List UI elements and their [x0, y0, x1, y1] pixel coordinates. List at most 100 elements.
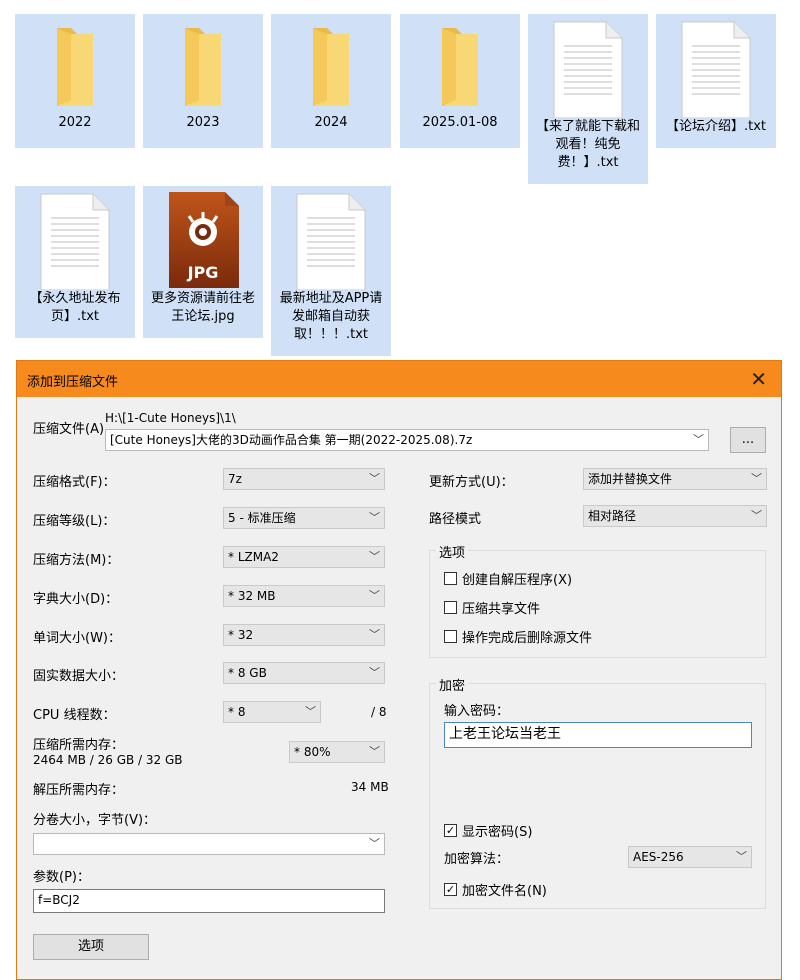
threads-label: CPU 线程数： [33, 708, 116, 723]
solid-value: * 8 GB [228, 666, 267, 680]
text-file-icon [553, 21, 623, 118]
format-label: 压缩格式(F)： [33, 475, 116, 490]
checkmark-icon: ✓ [444, 883, 457, 896]
folder-2024[interactable]: 2024 [271, 14, 391, 148]
folder-icon [57, 28, 93, 106]
shared-files-checkbox[interactable]: 压缩共享文件 [444, 598, 540, 617]
archive-name-value: [Cute Honeys]大佬的3D动画作品合集 第一期(2022-2025.0… [110, 433, 473, 447]
encryption-group-title: 加密 [436, 675, 469, 694]
word-value: * 32 [228, 628, 254, 642]
archive-label: 压缩文件(A) [33, 422, 105, 437]
solid-label: 固实数据大小： [33, 669, 125, 684]
password-input[interactable]: 上老王论坛当老王 [444, 722, 752, 748]
folder-icon [185, 28, 221, 106]
text-file-icon [296, 193, 366, 290]
options-button[interactable]: 选项 [33, 934, 149, 960]
word-label: 单词大小(W)： [33, 631, 121, 646]
chevron-down-icon: ﹀ [369, 589, 380, 602]
encryption-method-label: 加密算法： [444, 852, 510, 867]
dict-select[interactable]: * 32 MB ﹀ [223, 585, 385, 607]
add-to-archive-dialog: 添加到压缩文件 ✕ 压缩文件(A) H:\[1-Cute Honeys]\1\ … [16, 360, 782, 980]
decomp-value: 34 MB [351, 780, 389, 794]
solid-select[interactable]: * 8 GB ﹀ [223, 662, 385, 684]
folder-2023[interactable]: 2023 [143, 14, 263, 148]
chevron-down-icon: ﹀ [369, 837, 380, 850]
mem-detail: 2464 MB / 26 GB / 32 GB [33, 753, 183, 767]
mem-label: 压缩所需内存： [33, 738, 125, 753]
sfx-label: 创建自解压程序(X) [462, 573, 573, 588]
file-more-resources-jpg[interactable]: JPG 更多资源请前往老王论坛.jpg [143, 186, 263, 338]
browse-button[interactable]: ... [730, 427, 766, 453]
threads-max: / 8 [371, 705, 387, 719]
chevron-down-icon: ﹀ [369, 550, 380, 563]
jpg-file-icon: JPG [169, 192, 239, 288]
show-password-label: 显示密码(S) [462, 825, 533, 840]
folder-2022[interactable]: 2022 [15, 14, 135, 148]
encryption-group: 加密 输入密码： 上老王论坛当老王 ✓ 显示密码(S) 加密算法： AES-25… [429, 675, 766, 909]
archive-path: H:\[1-Cute Honeys]\1\ [105, 411, 236, 425]
chevron-down-icon: ﹀ [369, 472, 380, 485]
threads-select[interactable]: * 8 ﹀ [223, 701, 321, 723]
show-password-checkbox[interactable]: ✓ 显示密码(S) [444, 821, 532, 840]
encryption-method-select[interactable]: AES-256 ﹀ [628, 846, 752, 868]
folder-icon [313, 28, 349, 106]
delete-after-label: 操作完成后删除源文件 [462, 631, 593, 646]
dialog-title: 添加到压缩文件 [27, 375, 119, 390]
encrypt-names-label: 加密文件名(N) [462, 884, 547, 899]
file-permanent-address-txt[interactable]: 【永久地址发布页】.txt [15, 186, 135, 338]
chevron-down-icon: ﹀ [369, 511, 380, 524]
chevron-down-icon: ﹀ [751, 472, 762, 485]
update-value: 添加并替换文件 [588, 472, 673, 486]
word-select[interactable]: * 32 ﹀ [223, 624, 385, 646]
sfx-checkbox[interactable]: 创建自解压程序(X) [444, 569, 572, 588]
close-icon[interactable]: ✕ [750, 367, 767, 391]
chevron-down-icon: ﹀ [369, 666, 380, 679]
chevron-down-icon: ﹀ [693, 433, 704, 446]
archive-name-combo[interactable]: [Cute Honeys]大佬的3D动画作品合集 第一期(2022-2025.0… [105, 429, 709, 451]
mem-value: * 80% [294, 745, 331, 759]
encrypt-names-checkbox[interactable]: ✓ 加密文件名(N) [444, 880, 547, 899]
dict-label: 字典大小(D)： [33, 592, 119, 607]
folder-2025-01-08[interactable]: 2025.01-08 [400, 14, 520, 148]
params-input[interactable]: f=BCJ2 [33, 889, 385, 913]
chevron-down-icon: ﹀ [736, 850, 747, 863]
format-select[interactable]: 7z ﹀ [223, 468, 385, 490]
delete-after-checkbox[interactable]: 操作完成后删除源文件 [444, 627, 592, 646]
password-label: 输入密码： [444, 704, 510, 719]
file-come-download-txt[interactable]: 【来了就能下载和观看！纯免费！】.txt [528, 14, 648, 184]
decomp-label: 解压所需内存： [33, 783, 125, 798]
options-group-title: 选项 [436, 542, 469, 561]
checkbox-icon [444, 572, 457, 585]
params-label: 参数(P)： [33, 870, 90, 885]
folder-icon [442, 28, 478, 106]
volume-label: 分卷大小，字节(V)： [33, 813, 157, 828]
mem-select[interactable]: * 80% ﹀ [289, 741, 385, 763]
encryption-method-value: AES-256 [633, 850, 684, 864]
volume-select[interactable]: ﹀ [33, 833, 385, 855]
chevron-down-icon: ﹀ [369, 745, 380, 758]
shared-files-label: 压缩共享文件 [462, 602, 541, 617]
dict-value: * 32 MB [228, 589, 276, 603]
file-latest-address-app-txt[interactable]: 最新地址及APP请发邮箱自动获取！！！.txt [271, 186, 391, 356]
options-group: 选项 创建自解压程序(X) 压缩共享文件 操作完成后删除源文件 [429, 542, 766, 658]
update-select[interactable]: 添加并替换文件 ﹀ [583, 468, 767, 490]
file-forum-intro-txt[interactable]: 【论坛介绍】.txt [656, 14, 776, 148]
dialog-titlebar: 添加到压缩文件 ✕ [17, 361, 781, 397]
format-value: 7z [228, 472, 242, 486]
svg-text:JPG: JPG [187, 263, 219, 282]
update-label: 更新方式(U)： [429, 475, 514, 490]
level-value: 5 - 标准压缩 [228, 511, 296, 525]
pathmode-value: 相对路径 [588, 509, 637, 523]
text-file-icon [40, 193, 110, 290]
method-select[interactable]: * LZMA2 ﹀ [223, 546, 385, 568]
checkbox-icon [444, 601, 457, 614]
checkmark-icon: ✓ [444, 824, 457, 837]
text-file-icon [681, 21, 751, 118]
pathmode-label: 路径模式 [429, 512, 482, 527]
method-value: * LZMA2 [228, 550, 279, 564]
chevron-down-icon: ﹀ [369, 628, 380, 641]
chevron-down-icon: ﹀ [305, 705, 316, 718]
threads-value: * 8 [228, 705, 246, 719]
pathmode-select[interactable]: 相对路径 ﹀ [583, 505, 767, 527]
level-select[interactable]: 5 - 标准压缩 ﹀ [223, 507, 385, 529]
